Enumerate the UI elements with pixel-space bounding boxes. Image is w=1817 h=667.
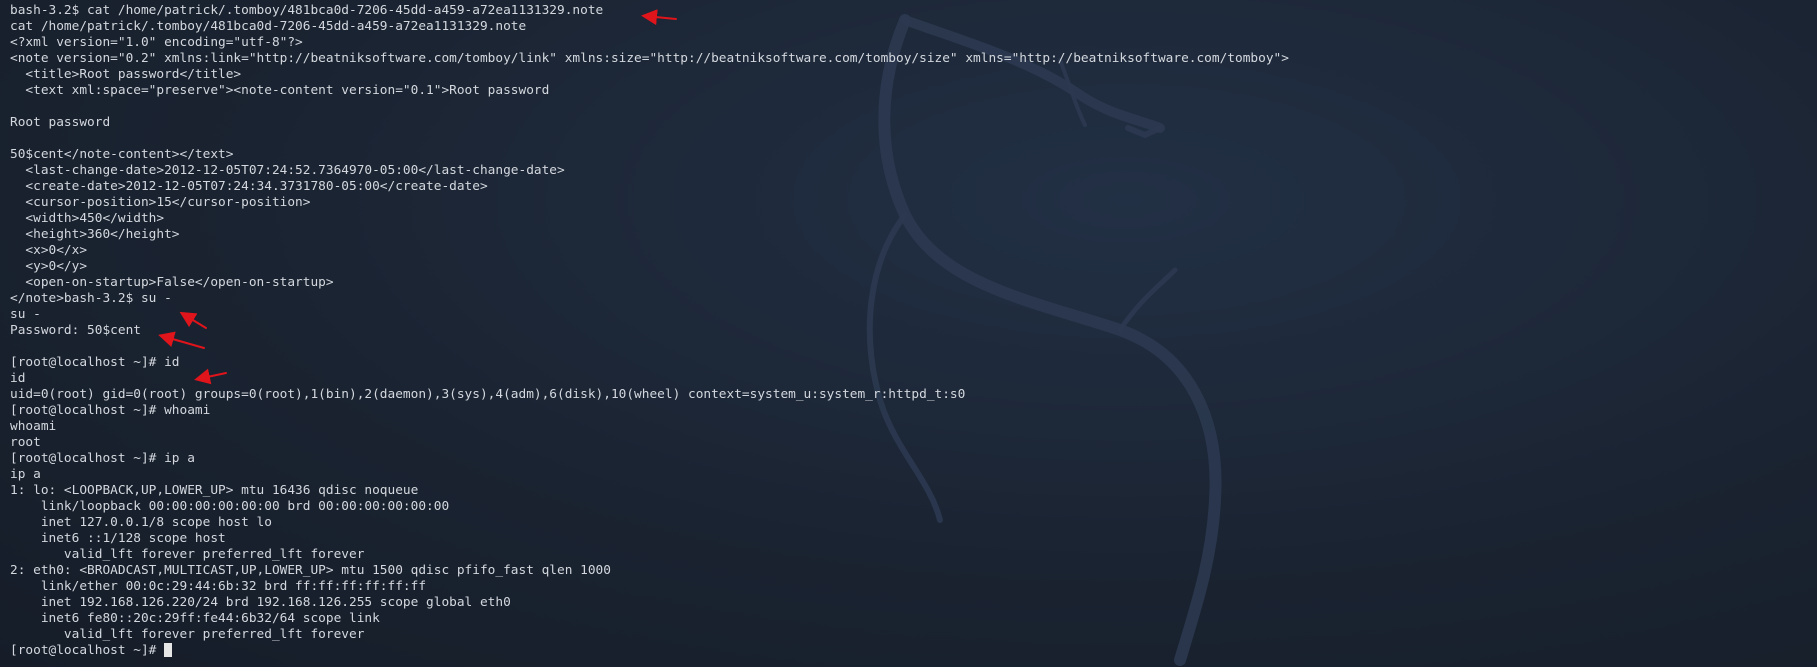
terminal-line: [root@localhost ~]# id — [10, 355, 180, 370]
terminal-line: Root password — [10, 115, 111, 130]
terminal-line: 50$cent</note-content></text> — [10, 147, 234, 162]
terminal-line: whoami — [10, 419, 57, 434]
terminal-window[interactable]: bash-3.2$ cat /home/patrick/.tomboy/481b… — [0, 0, 1817, 667]
terminal-line: [root@localhost ~]# ip a — [10, 451, 195, 466]
terminal-line: <height>360</height> — [10, 227, 180, 242]
terminal-line: <open-on-startup>False</open-on-startup> — [10, 275, 334, 290]
terminal-line: 1: lo: <LOOPBACK,UP,LOWER_UP> mtu 16436 … — [10, 483, 419, 498]
terminal-line: link/ether 00:0c:29:44:6b:32 brd ff:ff:f… — [10, 579, 427, 594]
terminal-line: link/loopback 00:00:00:00:00:00 brd 00:0… — [10, 499, 450, 514]
terminal-line: ip a — [10, 467, 41, 482]
terminal-line: </note>bash-3.2$ su - — [10, 291, 172, 306]
terminal-line: id — [10, 371, 26, 386]
terminal-line: inet 127.0.0.1/8 scope host lo — [10, 515, 272, 530]
terminal-line: valid_lft forever preferred_lft forever — [10, 547, 365, 562]
terminal-line: uid=0(root) gid=0(root) groups=0(root),1… — [10, 387, 966, 402]
terminal-line: inet6 ::1/128 scope host — [10, 531, 226, 546]
terminal-line: <?xml version="1.0" encoding="utf-8"?> — [10, 35, 303, 50]
text-cursor — [164, 643, 173, 657]
terminal-output: bash-3.2$ cat /home/patrick/.tomboy/481b… — [10, 3, 1817, 659]
terminal-line: <y>0</y> — [10, 259, 88, 274]
terminal-prompt-line[interactable]: [root@localhost ~]# — [10, 643, 1817, 659]
terminal-line: <cursor-position>15</cursor-position> — [10, 195, 311, 210]
terminal-line: 2: eth0: <BROADCAST,MULTICAST,UP,LOWER_U… — [10, 563, 611, 578]
terminal-line: [root@localhost ~]# whoami — [10, 403, 211, 418]
terminal-line: inet 192.168.126.220/24 brd 192.168.126.… — [10, 595, 511, 610]
terminal-line: valid_lft forever preferred_lft forever — [10, 627, 365, 642]
terminal-line: Password: 50$cent — [10, 323, 141, 338]
terminal-line: <last-change-date>2012-12-05T07:24:52.73… — [10, 163, 565, 178]
terminal-line: inet6 fe80::20c:29ff:fe44:6b32/64 scope … — [10, 611, 380, 626]
terminal-line: <create-date>2012-12-05T07:24:34.3731780… — [10, 179, 488, 194]
terminal-line: <text xml:space="preserve"><note-content… — [10, 83, 550, 98]
terminal-line: <x>0</x> — [10, 243, 88, 258]
terminal-line: cat /home/patrick/.tomboy/481bca0d-7206-… — [10, 19, 527, 34]
terminal-line: su - — [10, 307, 41, 322]
shell-prompt: [root@localhost ~]# — [10, 643, 165, 658]
terminal-line: bash-3.2$ cat /home/patrick/.tomboy/481b… — [10, 3, 604, 18]
terminal-line: <width>450</width> — [10, 211, 165, 226]
terminal-line: <note version="0.2" xmlns:link="http://b… — [10, 51, 1289, 66]
terminal-line: <title>Root password</title> — [10, 67, 242, 82]
terminal-line: root — [10, 435, 41, 450]
